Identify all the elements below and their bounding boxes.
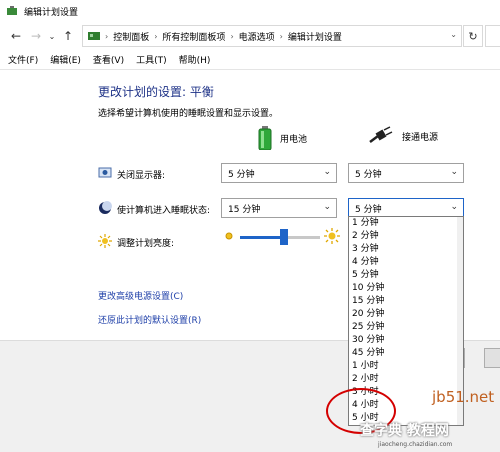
address-dropdown-icon[interactable]: ⌄ xyxy=(450,30,457,39)
chevron-down-icon: ⌄ xyxy=(450,167,458,177)
advanced-settings-link[interactable]: 更改高级电源设置(C) xyxy=(98,289,183,302)
dropdown-option[interactable]: 20 分钟 xyxy=(349,308,463,321)
dropdown-option[interactable]: 2 分钟 xyxy=(349,230,463,243)
address-bar[interactable]: › 控制面板 › 所有控制面板项 › 电源选项 › 编辑计划设置 ⌄ xyxy=(82,25,462,47)
menu-edit[interactable]: 编辑(E) xyxy=(50,53,81,66)
plugged-column-header: 接通电源 xyxy=(368,126,438,146)
plugged-column-label: 接通电源 xyxy=(402,132,439,143)
dropdown-option[interactable]: 1 小时 xyxy=(349,360,463,373)
dropdown-option[interactable]: 4 分钟 xyxy=(349,256,463,269)
brightness-label: 调整计划亮度: xyxy=(117,239,175,249)
select-value: 5 分钟 xyxy=(228,169,255,180)
power-options-icon xyxy=(7,6,17,15)
power-plug-icon xyxy=(369,126,393,143)
navigation-bar: ← → ⌄ ↑ › 控制面板 › 所有控制面板项 › 电源选项 › 编辑计划设置… xyxy=(0,22,500,50)
select-value: 5 分钟 xyxy=(355,169,382,180)
display-off-battery-select[interactable]: 5 分钟 ⌄ xyxy=(221,163,337,183)
display-off-plugged-select[interactable]: 5 分钟 ⌄ xyxy=(348,163,464,183)
dropdown-option[interactable]: 2 小时 xyxy=(349,373,463,386)
back-arrow-icon[interactable]: ← xyxy=(6,26,26,46)
brightness-low-icon xyxy=(225,232,233,240)
restore-defaults-link[interactable]: 还原此计划的默认设置(R) xyxy=(98,313,201,326)
brightness-high-icon xyxy=(324,228,340,244)
battery-icon xyxy=(258,126,272,150)
chevron-down-icon: ⌄ xyxy=(323,202,331,212)
chevron-down-icon: ⌄ xyxy=(323,167,331,177)
sleep-battery-select[interactable]: 15 分钟 ⌄ xyxy=(221,198,337,218)
refresh-icon[interactable]: ↻ xyxy=(463,25,483,47)
page-title: 更改计划的设置: 平衡 xyxy=(98,85,214,99)
title-bar: 编辑计划设置 xyxy=(0,0,500,22)
brightness-slider-thumb[interactable] xyxy=(280,229,288,245)
brightness-sun-icon xyxy=(98,234,112,248)
breadcrumb-power-options[interactable]: 电源选项 xyxy=(239,30,275,43)
battery-column-label: 用电池 xyxy=(280,134,308,145)
watermark-brand: 查字典 教程网 xyxy=(360,423,449,439)
sleep-moon-icon xyxy=(99,201,112,214)
breadcrumb-separator: › xyxy=(105,31,109,41)
menu-bar: 文件(F) 编辑(E) 查看(V) 工具(T) 帮助(H) xyxy=(0,50,500,70)
sleep-plugged-select[interactable]: 5 分钟 ⌄ xyxy=(348,198,464,218)
select-value: 5 分钟 xyxy=(355,204,382,215)
display-off-label: 关闭显示器: xyxy=(117,171,166,181)
select-value: 15 分钟 xyxy=(228,204,261,215)
dropdown-option[interactable]: 1 分钟 xyxy=(349,217,463,230)
menu-view[interactable]: 查看(V) xyxy=(93,53,124,66)
forward-arrow-icon[interactable]: → xyxy=(26,26,46,46)
watermark-site: jb51.net xyxy=(432,388,495,406)
menu-help[interactable]: 帮助(H) xyxy=(179,53,211,66)
breadcrumb-separator: › xyxy=(279,31,283,41)
dropdown-option[interactable]: 25 分钟 xyxy=(349,321,463,334)
breadcrumb-control-panel[interactable]: 控制面板 xyxy=(113,30,149,43)
sleep-label: 使计算机进入睡眠状态: xyxy=(117,206,211,216)
recent-dropdown-icon[interactable]: ⌄ xyxy=(46,26,58,46)
menu-tools[interactable]: 工具(T) xyxy=(136,53,167,66)
cancel-button[interactable] xyxy=(484,348,500,368)
dropdown-option[interactable]: 10 分钟 xyxy=(349,282,463,295)
window-title: 编辑计划设置 xyxy=(24,7,79,18)
breadcrumb-separator: › xyxy=(230,31,234,41)
dropdown-option[interactable]: 15 分钟 xyxy=(349,295,463,308)
dropdown-option[interactable]: 45 分钟 xyxy=(349,347,463,360)
control-panel-icon xyxy=(88,32,100,40)
breadcrumb-separator: › xyxy=(154,31,158,41)
menu-file[interactable]: 文件(F) xyxy=(8,53,38,66)
page-subtitle: 选择希望计算机使用的睡眠设置和显示设置。 xyxy=(98,109,279,119)
watermark-url: jiaocheng.chazidian.com xyxy=(378,441,453,448)
dropdown-option[interactable]: 30 分钟 xyxy=(349,334,463,347)
dropdown-option[interactable]: 5 分钟 xyxy=(349,269,463,282)
breadcrumb-all-items[interactable]: 所有控制面板项 xyxy=(162,30,225,43)
dropdown-option[interactable]: 3 分钟 xyxy=(349,243,463,256)
chevron-down-icon: ⌄ xyxy=(450,202,458,212)
breadcrumb-edit-plan[interactable]: 编辑计划设置 xyxy=(288,30,342,43)
brightness-slider-fill xyxy=(240,236,284,239)
battery-column-header: 用电池 xyxy=(258,126,307,150)
up-arrow-icon[interactable]: ↑ xyxy=(58,26,78,46)
display-icon xyxy=(98,167,112,178)
search-box[interactable] xyxy=(485,25,500,47)
